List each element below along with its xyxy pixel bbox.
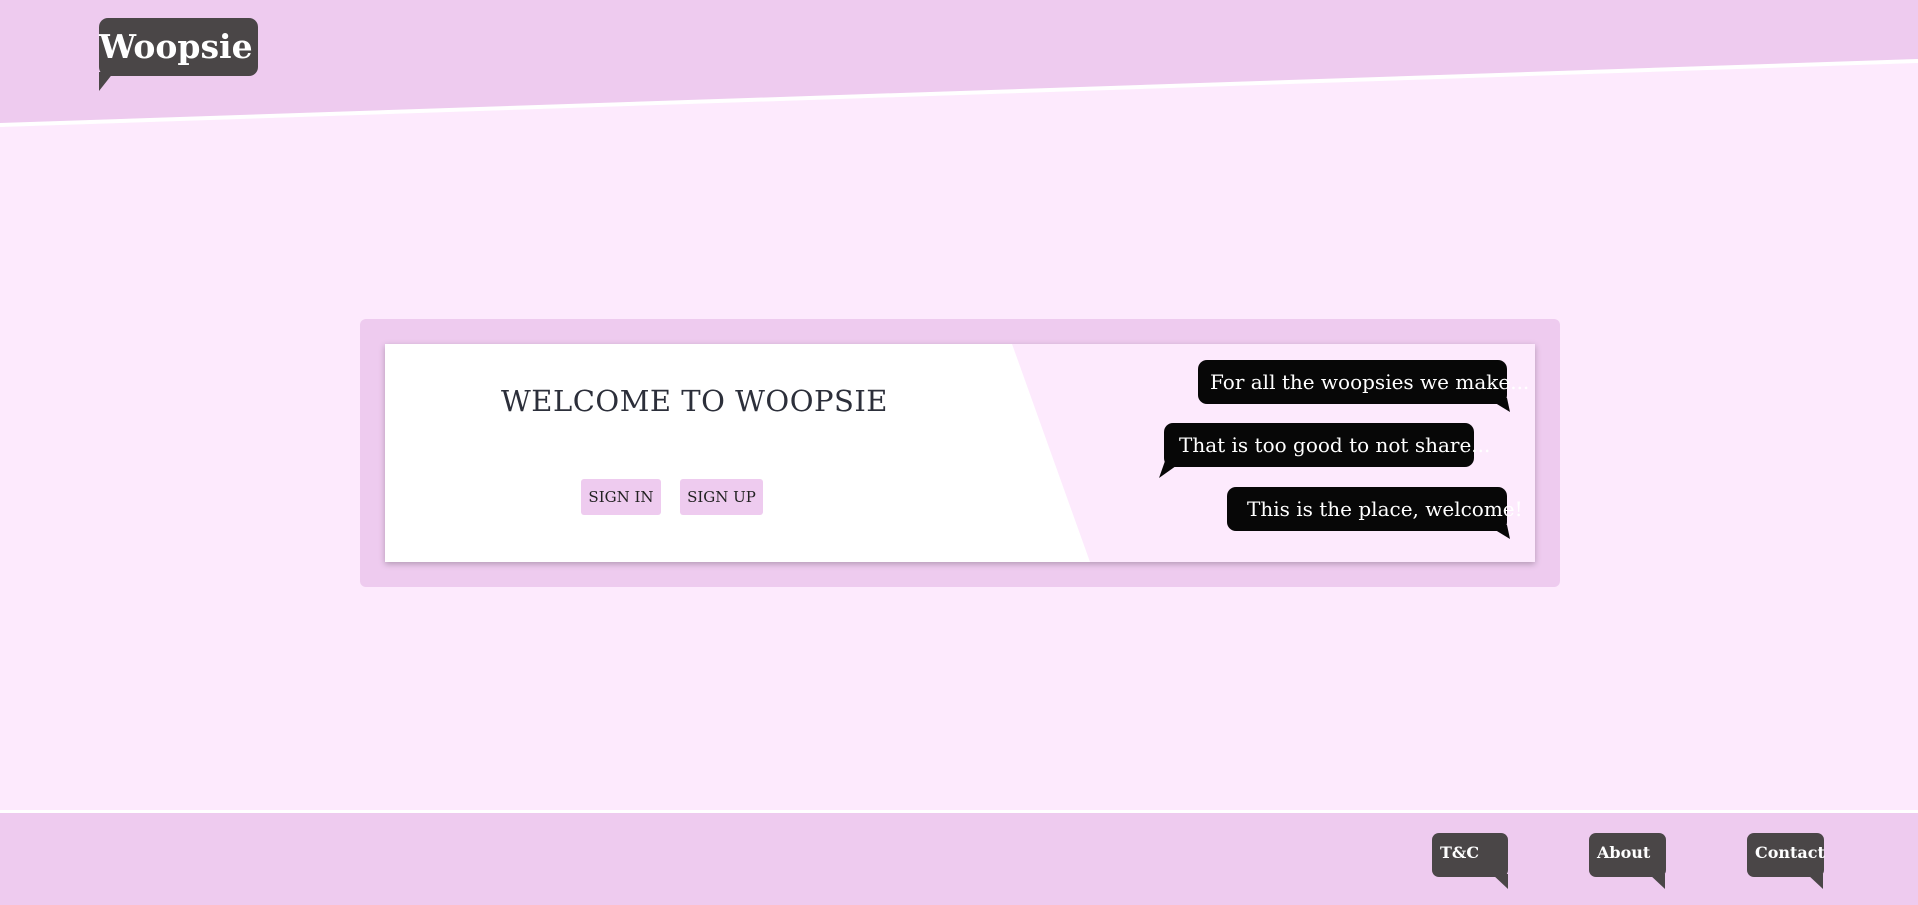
footer-link-contact[interactable]: Contact: [1747, 833, 1825, 877]
footer-link-about[interactable]: About: [1589, 833, 1666, 877]
footer-link-terms[interactable]: T&C: [1432, 833, 1508, 877]
sign-up-button[interactable]: SIGN UP: [680, 479, 763, 515]
speech-bubble-2: That is too good to not share...: [1164, 423, 1490, 467]
welcome-card: WELCOME TO WOOPSIE SIGN IN SIGN UP For a…: [385, 344, 1535, 562]
logo[interactable]: Woopsie: [99, 18, 258, 76]
header-band: [0, 0, 1918, 127]
speech-bubble-3: This is the place, welcome!: [1227, 487, 1523, 531]
sign-in-button[interactable]: SIGN IN: [581, 479, 661, 515]
speech-bubble-1: For all the woopsies we make...: [1198, 360, 1529, 404]
welcome-title: WELCOME TO WOOPSIE: [501, 384, 888, 418]
